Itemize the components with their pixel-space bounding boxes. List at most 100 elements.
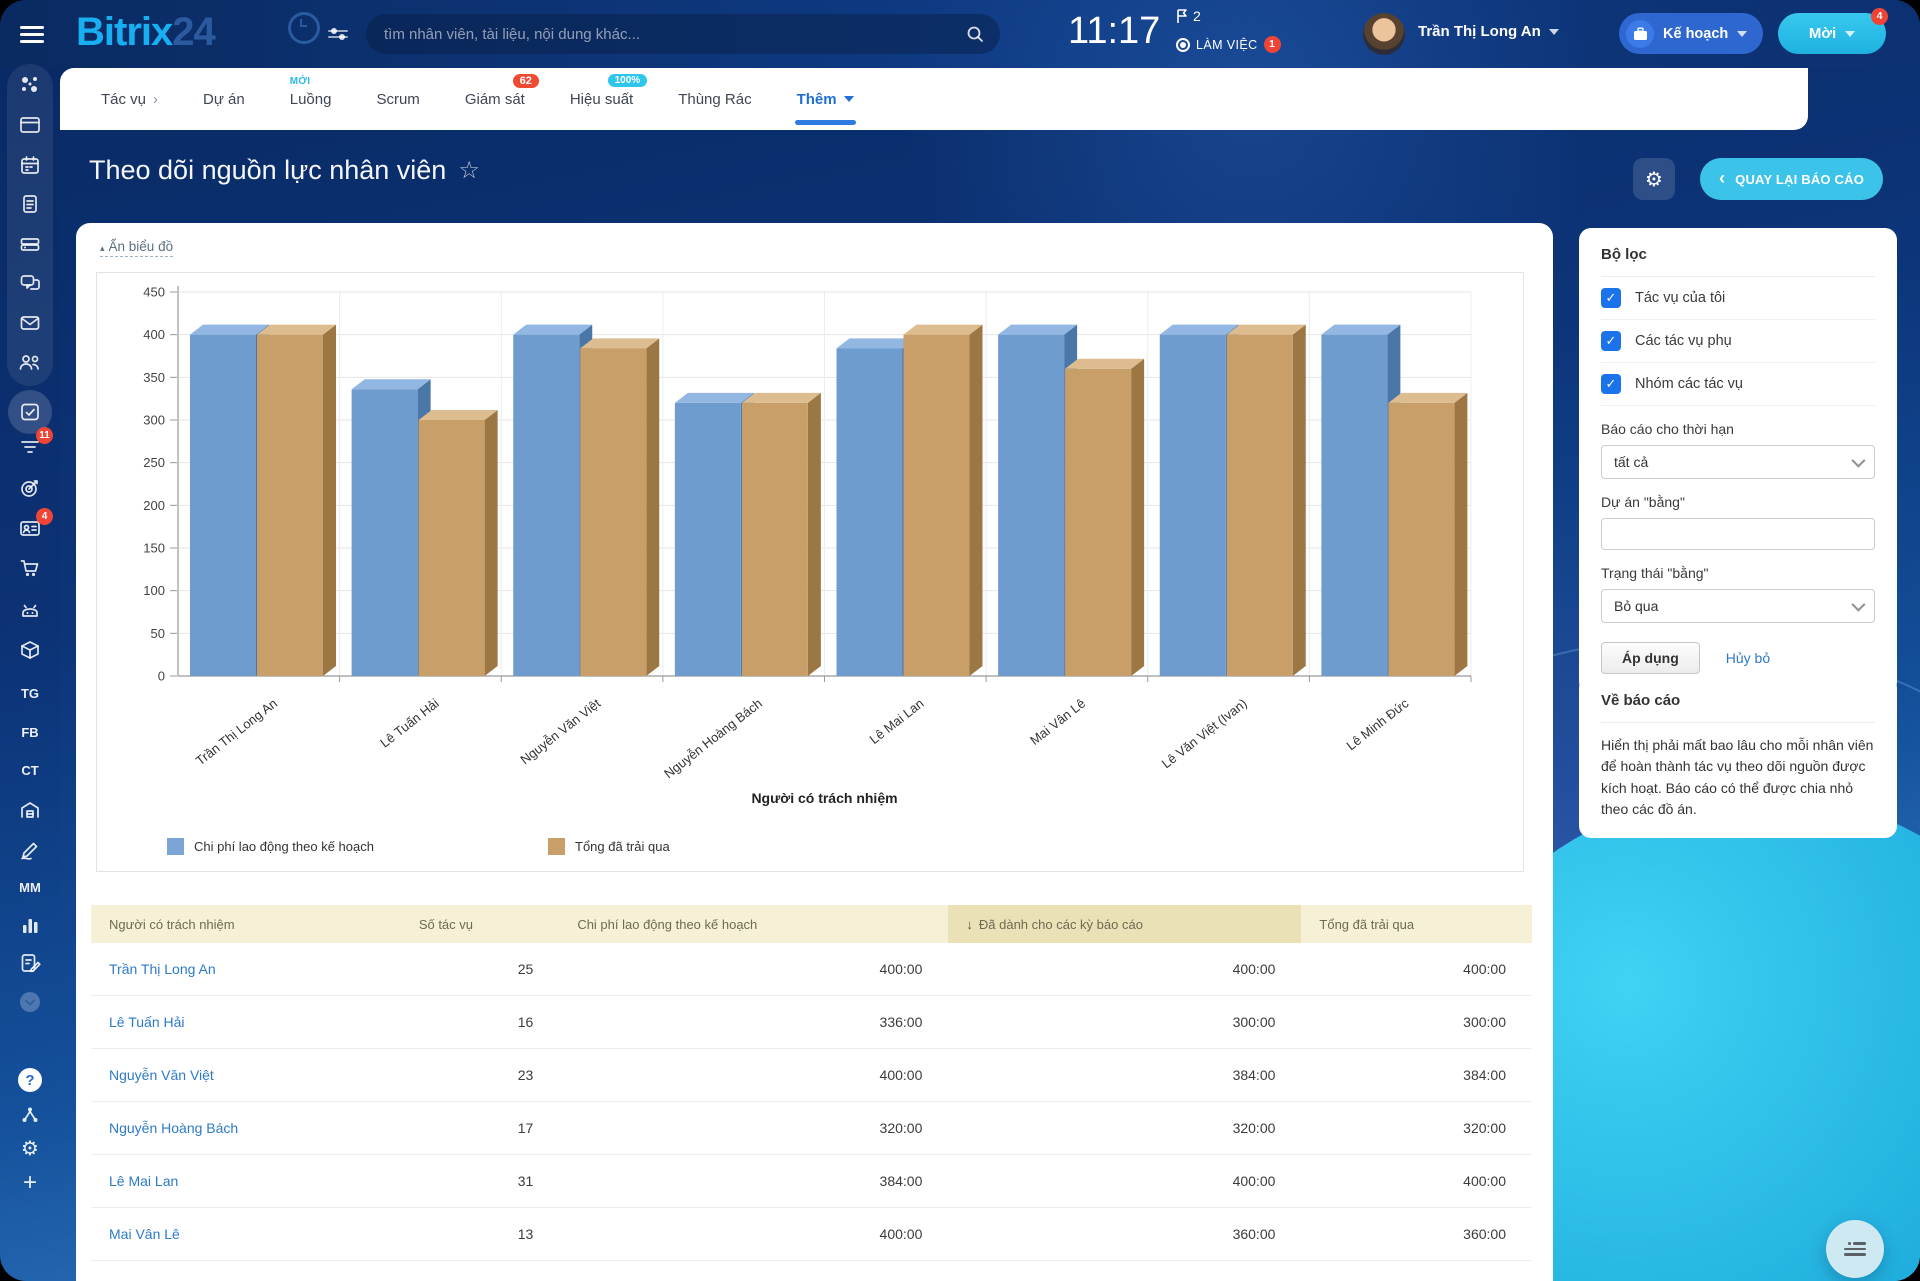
sliders-icon[interactable] xyxy=(328,26,348,42)
box-icon[interactable] xyxy=(17,637,43,663)
status-dot-icon xyxy=(1176,37,1190,52)
drive-icon[interactable] xyxy=(17,231,43,257)
svg-text:Lê Văn Việt (Ivan): Lê Văn Việt (Ivan) xyxy=(1159,696,1250,772)
work-status[interactable]: LÀM VIỆC 1 xyxy=(1176,36,1281,53)
column-header-1[interactable]: Số tác vụ xyxy=(400,905,560,943)
crm-target-icon[interactable] xyxy=(17,475,43,501)
tab-7[interactable]: Thêm xyxy=(794,91,856,125)
filter-funnel-icon[interactable]: 11 xyxy=(17,427,53,460)
value-cell: 20 xyxy=(400,1260,560,1281)
contact-card-icon[interactable]: 4 xyxy=(17,508,53,541)
checkbox-checked-icon[interactable]: ✓ xyxy=(1601,288,1621,308)
table-row: Lê Tuấn Hải 16 336:00 300:00 300:00 xyxy=(91,995,1532,1049)
search-icon[interactable] xyxy=(966,25,984,43)
svg-text:Lê Mai Lan: Lê Mai Lan xyxy=(867,696,927,747)
checkbox-checked-icon[interactable]: ✓ xyxy=(1601,331,1621,351)
tab-5[interactable]: Hiệu suất 100% xyxy=(570,73,648,108)
user-avatar[interactable] xyxy=(1363,13,1405,55)
flag-counter[interactable]: 2 xyxy=(1176,8,1201,24)
checkbox-my-tasks[interactable]: ✓ Tác vụ của tôi xyxy=(1601,277,1875,320)
svg-text:Mai Vân Lê: Mai Vân Lê xyxy=(1027,696,1088,748)
hamburger-menu-icon[interactable] xyxy=(20,22,44,46)
cancel-link[interactable]: Hủy bỏ xyxy=(1726,650,1770,666)
svg-text:350: 350 xyxy=(143,370,165,385)
sign-pen-icon[interactable] xyxy=(17,837,43,863)
value-cell: 384:00 xyxy=(948,1048,1302,1102)
apply-button[interactable]: Áp dụng xyxy=(1601,642,1700,674)
employee-link[interactable]: Trần Thị Long An xyxy=(91,943,401,996)
bar-chart-icon[interactable] xyxy=(17,912,43,938)
user-menu[interactable]: Trần Thị Long An xyxy=(1418,23,1559,40)
sidebar-item-tg[interactable]: TG xyxy=(17,680,43,706)
deadline-label: Báo cáo cho thời hạn xyxy=(1601,421,1734,437)
calendar-icon[interactable] xyxy=(17,152,43,178)
tab-6[interactable]: Thùng Rác xyxy=(678,91,751,108)
employee-link[interactable]: Nguyễn Hoàng Bách xyxy=(91,1101,401,1155)
tab-0[interactable]: Tác vụ › xyxy=(101,91,158,108)
contacts-badge: 4 xyxy=(36,508,53,525)
checkbox-task-groups[interactable]: ✓ Nhóm các tác vụ xyxy=(1601,363,1875,406)
favorite-star-icon[interactable]: ☆ xyxy=(458,156,480,185)
filter-panel: Bộ lọc ✓ Tác vụ của tôi ✓ Các tác vụ phụ… xyxy=(1579,228,1897,694)
work-timer[interactable]: 11:17 xyxy=(1068,10,1160,53)
briefcase-icon xyxy=(1626,19,1654,48)
employee-link[interactable]: Lê Tuấn Hải xyxy=(91,995,401,1049)
employee-link[interactable]: Nguyễn Văn Việt xyxy=(91,1048,401,1102)
employee-link[interactable]: Lê Văn Việt (Ivan) xyxy=(91,1260,401,1281)
tab-3[interactable]: Scrum xyxy=(376,91,419,108)
employees-icon[interactable] xyxy=(17,349,43,375)
value-cell: 400:00 xyxy=(948,1154,1302,1208)
tab-4[interactable]: Giám sát 62 xyxy=(465,73,539,108)
report-settings-button[interactable]: ⚙ xyxy=(1633,158,1675,200)
search-input[interactable] xyxy=(382,24,966,44)
checkbox-subtasks[interactable]: ✓ Các tác vụ phụ xyxy=(1601,320,1875,363)
messenger-icon[interactable] xyxy=(17,270,43,296)
tasks-icon[interactable] xyxy=(17,399,43,425)
document-icon[interactable] xyxy=(17,191,43,217)
report-edit-icon[interactable] xyxy=(17,950,43,976)
column-header-4[interactable]: Tổng đã trải qua xyxy=(1301,905,1532,943)
project-input[interactable] xyxy=(1601,518,1875,550)
collapse-chevron-icon[interactable] xyxy=(17,989,43,1015)
clock-icon xyxy=(288,12,320,44)
plan-button[interactable]: Kế hoạch xyxy=(1619,13,1764,54)
status-select[interactable]: Bỏ qua xyxy=(1601,589,1875,623)
sites-icon[interactable] xyxy=(17,112,43,138)
add-plus-icon[interactable]: + xyxy=(17,1169,43,1196)
deadline-select[interactable]: tất cả xyxy=(1601,445,1875,479)
sidebar-item-mm[interactable]: MM xyxy=(17,874,43,900)
hide-chart-link[interactable]: ▴ Ẩn biểu đồ xyxy=(100,239,174,257)
chart-legend: Chi phí lao động theo kế hoạch Tổng đã t… xyxy=(167,838,670,855)
column-header-2[interactable]: Chi phí lao động theo kế hoạch xyxy=(559,905,949,943)
sidebar-item-ct[interactable]: CT xyxy=(17,757,43,783)
warehouse-icon[interactable] xyxy=(17,797,43,823)
help-icon[interactable]: ? xyxy=(17,1067,43,1093)
tab-2[interactable]: Luồng MỚI xyxy=(290,76,332,108)
svg-text:400: 400 xyxy=(143,327,165,342)
status-badge: 1 xyxy=(1263,36,1281,53)
checkbox-checked-icon[interactable]: ✓ xyxy=(1601,374,1621,394)
shop-cart-icon[interactable] xyxy=(17,555,43,581)
share-network-icon[interactable] xyxy=(17,1102,43,1128)
back-to-reports-button[interactable]: ‹ QUAY LẠI BÁO CÁO xyxy=(1700,158,1883,200)
employee-link[interactable]: Lê Mai Lan xyxy=(91,1154,401,1208)
svg-text:150: 150 xyxy=(143,541,165,556)
mail-icon[interactable] xyxy=(17,310,43,336)
tab-1[interactable]: Dự án xyxy=(203,91,245,108)
market-robot-icon[interactable] xyxy=(17,597,43,623)
chevron-down-icon xyxy=(1845,30,1856,37)
invite-button[interactable]: Mời 4 xyxy=(1778,8,1888,54)
svg-text:50: 50 xyxy=(151,626,165,641)
table-row: Nguyễn Hoàng Bách 17 320:00 320:00 320:00 xyxy=(91,1101,1532,1155)
about-report-panel: Về báo cáo Hiển thị phải mất bao lâu cho… xyxy=(1579,676,1897,839)
employee-link[interactable]: Mai Vân Lê xyxy=(91,1207,401,1261)
quick-list-fab[interactable] xyxy=(1826,1220,1884,1278)
settings-gear-icon[interactable]: ⚙ xyxy=(17,1135,43,1161)
report-content-card: ▴ Ẩn biểu đồ 0 50 100 150 200 250 300 350 400 450 T… xyxy=(76,223,1553,1281)
chevron-left-icon: ‹ xyxy=(1718,167,1726,188)
global-search[interactable] xyxy=(366,14,1000,54)
column-header-0[interactable]: Người có trách nhiệm xyxy=(91,905,401,943)
column-header-3[interactable]: ↓ Đã dành cho các kỳ báo cáo xyxy=(948,905,1302,943)
sidebar-item-fb[interactable]: FB xyxy=(17,719,43,745)
network-icon[interactable] xyxy=(17,72,43,98)
